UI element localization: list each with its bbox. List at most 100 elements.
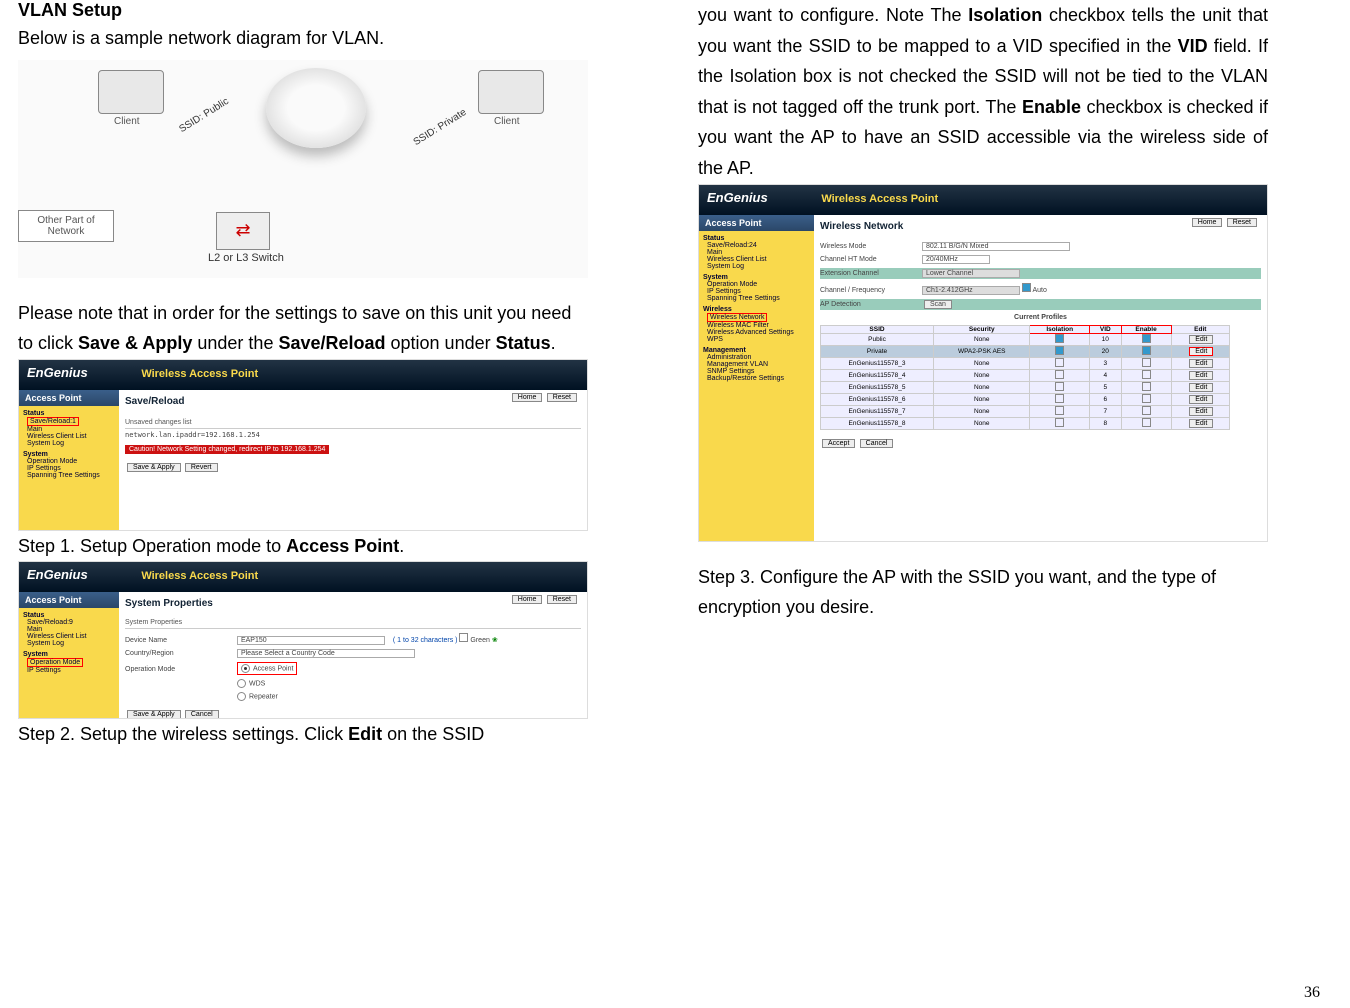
checkbox[interactable] <box>1055 334 1064 343</box>
ui3-it-stp[interactable]: Spanning Tree Settings <box>707 295 814 302</box>
it-stp[interactable]: Spanning Tree Settings <box>27 472 119 479</box>
cell-vid: 3 <box>1090 357 1122 369</box>
opmode-ap-radio[interactable] <box>241 664 250 673</box>
device-name-input[interactable]: EAP150 <box>237 636 385 645</box>
checkbox[interactable] <box>1142 370 1151 379</box>
ui3-it-snmp[interactable]: SNMP Settings <box>707 368 814 375</box>
it-ip[interactable]: IP Settings <box>27 465 119 472</box>
edit-button[interactable]: Edit <box>1189 347 1213 356</box>
chan-auto-checkbox[interactable] <box>1022 283 1031 292</box>
green-checkbox[interactable] <box>459 633 468 642</box>
checkbox[interactable] <box>1055 346 1064 355</box>
edit-button[interactable]: Edit <box>1189 419 1213 428</box>
edit-button[interactable]: Edit <box>1189 383 1213 392</box>
leaf-icon: ❀ <box>492 637 498 644</box>
checkbox[interactable] <box>1142 358 1151 367</box>
edit-button[interactable]: Edit <box>1189 395 1213 404</box>
checkbox[interactable] <box>1055 406 1064 415</box>
cont-b1: Isolation <box>968 5 1042 25</box>
opmode-wds-radio[interactable] <box>237 679 246 688</box>
it-system-log[interactable]: System Log <box>27 440 119 447</box>
checkbox[interactable] <box>1142 406 1151 415</box>
ui3-it-wadv[interactable]: Wireless Advanced Settings <box>707 329 814 336</box>
cell-security: None <box>934 357 1030 369</box>
accept-button[interactable]: Accept <box>822 439 855 448</box>
ui3-bottom-btns: Accept Cancel <box>820 438 1261 448</box>
ui1-title: Wireless Access Point <box>141 368 258 380</box>
home-button-3[interactable]: Home <box>1192 218 1223 227</box>
cell-edit: Edit <box>1171 405 1229 417</box>
ui3-it-opmode[interactable]: Operation Mode <box>707 281 814 288</box>
page-number: 36 <box>1304 984 1320 1002</box>
reset-button-3[interactable]: Reset <box>1227 218 1257 227</box>
continuation-paragraph: you want to configure. Note The Isolatio… <box>698 0 1268 184</box>
ui2-it-system-log[interactable]: System Log <box>27 640 119 647</box>
htmode-select[interactable]: 20/40MHz <box>922 255 990 264</box>
ui3-it-wmac[interactable]: Wireless MAC Filter <box>707 322 814 329</box>
checkbox[interactable] <box>1142 346 1151 355</box>
cell-security: None <box>934 417 1030 429</box>
ui3-it-main[interactable]: Main <box>707 249 814 256</box>
edit-button[interactable]: Edit <box>1189 335 1213 344</box>
system-properties-screenshot: EnGenius Wireless Access Point Access Po… <box>18 561 588 719</box>
wmode-select[interactable]: 802.11 B/G/N Mixed <box>922 242 1070 251</box>
country-select[interactable]: Please Select a Country Code <box>237 649 415 658</box>
it-savereload[interactable]: Save/Reload:1 <box>27 417 119 426</box>
checkbox[interactable] <box>1142 418 1151 427</box>
ui3-it-system-log[interactable]: System Log <box>707 263 814 270</box>
edit-button[interactable]: Edit <box>1189 407 1213 416</box>
ui3-it-mvlan[interactable]: Management VLAN <box>707 361 814 368</box>
home-button-2[interactable]: Home <box>512 595 543 604</box>
ui3-it-savereload[interactable]: Save/Reload:24 <box>707 242 814 249</box>
ui1-topbtns: Home Reset <box>510 392 577 402</box>
ui1-sidebar: Access Point Status Save/Reload:1 Main W… <box>19 390 119 530</box>
ui3-it-wclist[interactable]: Wireless Client List <box>707 256 814 263</box>
chan-select[interactable]: Ch1-2.412GHz <box>922 286 1020 295</box>
cell-security: None <box>934 333 1030 345</box>
cont-b3: Enable <box>1022 97 1081 117</box>
ui1-body: Access Point Status Save/Reload:1 Main W… <box>19 390 587 530</box>
cancel-button-3[interactable]: Cancel <box>860 439 894 448</box>
checkbox[interactable] <box>1055 382 1064 391</box>
reset-button-2[interactable]: Reset <box>547 595 577 604</box>
edit-button[interactable]: Edit <box>1189 359 1213 368</box>
cancel-button-2[interactable]: Cancel <box>185 710 219 719</box>
it-wclist[interactable]: Wireless Client List <box>27 433 119 440</box>
save-apply-button[interactable]: Save & Apply <box>127 463 181 472</box>
home-button[interactable]: Home <box>512 393 543 402</box>
ui2-it-wclist[interactable]: Wireless Client List <box>27 633 119 640</box>
opmode-rep-radio[interactable] <box>237 692 246 701</box>
page-container: VLAN Setup Below is a sample network dia… <box>0 0 1350 750</box>
scan-button[interactable]: Scan <box>924 300 952 309</box>
ext-row: Extension Channel Lower Channel <box>820 268 1261 279</box>
it-main[interactable]: Main <box>27 426 119 433</box>
opmode-wds-label: WDS <box>249 681 265 688</box>
reset-button[interactable]: Reset <box>547 393 577 402</box>
checkbox[interactable] <box>1142 394 1151 403</box>
ui2-it-opmode[interactable]: Operation Mode <box>27 658 119 667</box>
ui3-it-wps[interactable]: WPS <box>707 336 814 343</box>
ui3-it-admin[interactable]: Administration <box>707 354 814 361</box>
step1-pre: Step 1. Setup Operation mode to <box>18 536 286 556</box>
it-opmode[interactable]: Operation Mode <box>27 458 119 465</box>
checkbox[interactable] <box>1055 358 1064 367</box>
checkbox[interactable] <box>1142 382 1151 391</box>
ui2-it-ip[interactable]: IP Settings <box>27 667 119 674</box>
checkbox[interactable] <box>1055 370 1064 379</box>
checkbox[interactable] <box>1055 418 1064 427</box>
ui2-it-main[interactable]: Main <box>27 626 119 633</box>
wmode-row: Wireless Mode 802.11 B/G/N Mixed <box>820 242 1261 251</box>
checkbox[interactable] <box>1142 334 1151 343</box>
ui2-topbar: EnGenius Wireless Access Point <box>19 562 587 592</box>
cell-enable <box>1121 393 1171 405</box>
ui2-it-savereload[interactable]: Save/Reload:9 <box>27 619 119 626</box>
revert-button[interactable]: Revert <box>185 463 218 472</box>
edit-button[interactable]: Edit <box>1189 371 1213 380</box>
ui3-it-backup[interactable]: Backup/Restore Settings <box>707 375 814 382</box>
ui3-it-ip[interactable]: IP Settings <box>707 288 814 295</box>
ui3-it-wnet[interactable]: Wireless Network <box>707 313 814 322</box>
save-apply-button-2[interactable]: Save & Apply <box>127 710 181 719</box>
ext-select[interactable]: Lower Channel <box>922 269 1020 278</box>
checkbox[interactable] <box>1055 394 1064 403</box>
current-profiles-header: Current Profiles <box>820 314 1261 321</box>
